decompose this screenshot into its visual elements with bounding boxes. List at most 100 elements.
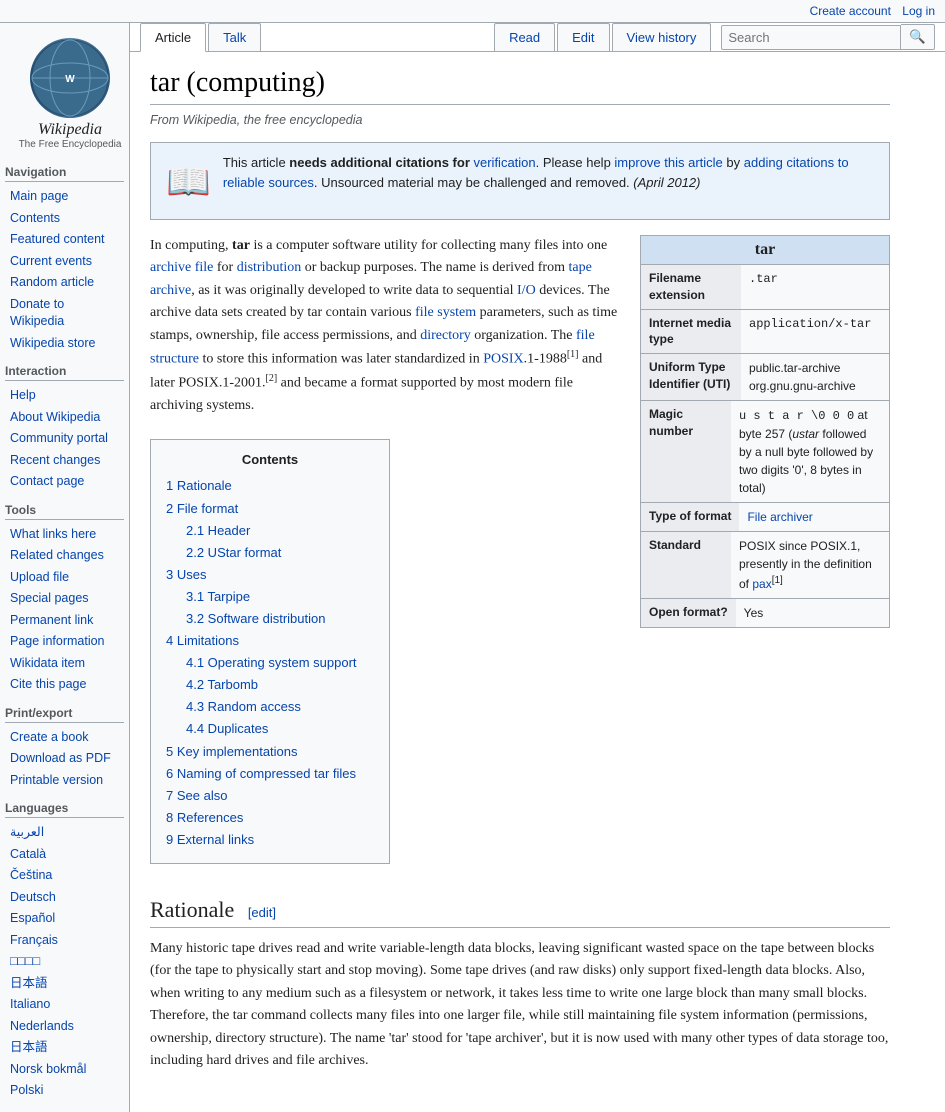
toc-link-6[interactable]: 6 Naming of compressed tar files [166,766,356,781]
toc-item-2: 2 File format 2.1 Header 2.2 UStar forma… [166,498,374,564]
sidebar-item-catalan[interactable]: Català [5,844,124,866]
wikipedia-logo: W [30,38,110,118]
infobox-format-link[interactable]: File archiver [747,510,812,524]
sidebar-item-about[interactable]: About Wikipedia [5,407,124,429]
sidebar-item-italian[interactable]: 日本語 [5,973,124,995]
sidebar-item-recent-changes[interactable]: Recent changes [5,450,124,472]
sidebar-item-spanish[interactable]: Español [5,908,124,930]
sidebar-item-help[interactable]: Help [5,385,124,407]
notice-improve-link[interactable]: improve this article [614,155,722,170]
sidebar-item-french[interactable]: Français [5,930,124,952]
sidebar-item-cite-page[interactable]: Cite this page [5,674,124,696]
sidebar-item-create-book[interactable]: Create a book [5,727,124,749]
sidebar-item-printable[interactable]: Printable version [5,770,124,792]
tar-bold: tar [232,238,250,253]
toc-link-3-2[interactable]: 3.2 Software distribution [186,611,325,626]
toc-link-8[interactable]: 8 References [166,810,243,825]
sidebar-item-random-article[interactable]: Random article [5,272,124,294]
toc-link-5[interactable]: 5 Key implementations [166,744,298,759]
sidebar-item-related-changes[interactable]: Related changes [5,545,124,567]
search-button[interactable]: 🔍 [901,24,935,50]
infobox-row-open: Open format? Yes [641,598,889,627]
toc-link-7[interactable]: 7 See also [166,788,227,803]
content-area: Article Talk Read Edit View history 🔍 ta… [130,23,945,1112]
toc-link-3[interactable]: 3 Uses [166,567,206,582]
toc-link-3-1[interactable]: 3.1 Tarpipe [186,589,250,604]
sidebar-item-polish[interactable]: Norsk bokmål [5,1059,124,1081]
infobox-open-value: Yes [736,599,772,627]
toc-link-1[interactable]: 1 Rationale [166,478,232,493]
sidebar-item-community-portal[interactable]: Community portal [5,428,124,450]
sidebar-item-permanent-link[interactable]: Permanent link [5,610,124,632]
sidebar-item-german[interactable]: Deutsch [5,887,124,909]
sidebar-item-wikidata[interactable]: Wikidata item [5,653,124,675]
infobox: tar Filename extension .tar Internet med… [640,235,890,628]
toc-item-7: 7 See also [166,785,374,807]
directory-link[interactable]: directory [420,328,471,343]
languages-title: Languages [5,801,124,818]
sidebar-item-portuguese[interactable]: Polski [5,1080,124,1102]
ref-1: [1] [567,349,579,360]
sidebar-item-download-pdf[interactable]: Download as PDF [5,748,124,770]
toc-link-2-2[interactable]: 2.2 UStar format [186,545,281,560]
sidebar-item-donate[interactable]: Donate to Wikipedia [5,294,124,333]
tab-talk[interactable]: Talk [208,23,261,51]
sidebar-item-dutch[interactable]: Italiano [5,994,124,1016]
distribution-link[interactable]: distribution [237,260,302,275]
notice-verification-link[interactable]: verification [474,155,536,170]
toc-title: Contents [166,452,374,467]
sidebar-item-upload-file[interactable]: Upload file [5,567,124,589]
sidebar-item-japanese[interactable]: □□□□ [5,951,124,973]
toc-link-2[interactable]: 2 File format [166,501,238,516]
sidebar-item-store[interactable]: Wikipedia store [5,333,124,355]
infobox-format-value: File archiver [739,503,820,531]
toc-link-9[interactable]: 9 External links [166,832,254,847]
tab-edit[interactable]: Edit [557,23,609,51]
sidebar-item-japanese2[interactable]: Nederlands [5,1016,124,1038]
sidebar-item-main-page[interactable]: Main page [5,186,124,208]
toc-link-4-2[interactable]: 4.2 Tarbomb [186,677,258,692]
tab-article[interactable]: Article [140,23,206,52]
archive-file-link[interactable]: archive file [150,260,213,275]
navigation-title: Navigation [5,165,124,182]
toc-box: Contents 1 Rationale 2 File format 2.1 H… [150,439,390,864]
posix-link[interactable]: POSIX [483,352,523,367]
infobox-row-filename: Filename extension .tar [641,264,889,309]
toc-link-4-3[interactable]: 4.3 Random access [186,699,301,714]
infobox-filename-value: .tar [741,265,786,309]
sidebar-item-arabic[interactable]: العربية [5,822,124,844]
notice-date: (April 2012) [633,175,700,190]
infobox-pax-link[interactable]: pax [752,577,771,591]
toc-item-5: 5 Key implementations [166,741,374,763]
sidebar-item-czech[interactable]: Čeština [5,865,124,887]
infobox-open-link[interactable]: Open format? [649,605,728,619]
fs-link[interactable]: file system [415,305,476,320]
svg-text:W: W [65,74,75,85]
sidebar-item-page-info[interactable]: Page information [5,631,124,653]
infobox-title: tar [641,236,889,264]
toc-link-2-1[interactable]: 2.1 Header [186,523,250,538]
notice-icon: 📖 [166,155,211,209]
sidebar-item-what-links[interactable]: What links here [5,524,124,546]
tab-view-history[interactable]: View history [612,23,712,51]
toc-link-4-1[interactable]: 4.1 Operating system support [186,655,357,670]
toc-item-8: 8 References [166,807,374,829]
toc-item-9: 9 External links [166,829,374,851]
toc-link-4-4[interactable]: 4.4 Duplicates [186,721,268,736]
io-link[interactable]: I/O [517,283,536,298]
log-in-link[interactable]: Log in [902,4,935,18]
rationale-edit-link[interactable]: [edit] [248,905,276,920]
search-input[interactable] [721,25,901,50]
sidebar-item-featured-content[interactable]: Featured content [5,229,124,251]
sidebar-item-current-events[interactable]: Current events [5,251,124,273]
toc-link-4[interactable]: 4 Limitations [166,633,239,648]
infobox-uti-value: public.tar-archive org.gnu.gnu-archive [741,354,889,400]
sidebar-item-contact[interactable]: Contact page [5,471,124,493]
tab-read[interactable]: Read [494,23,555,51]
interaction-title: Interaction [5,364,124,381]
file-structure-link[interactable]: file structure [150,328,595,367]
sidebar-item-norwegian[interactable]: 日本語 [5,1037,124,1059]
sidebar-item-contents[interactable]: Contents [5,208,124,230]
create-account-link[interactable]: Create account [810,4,891,18]
sidebar-item-special-pages[interactable]: Special pages [5,588,124,610]
